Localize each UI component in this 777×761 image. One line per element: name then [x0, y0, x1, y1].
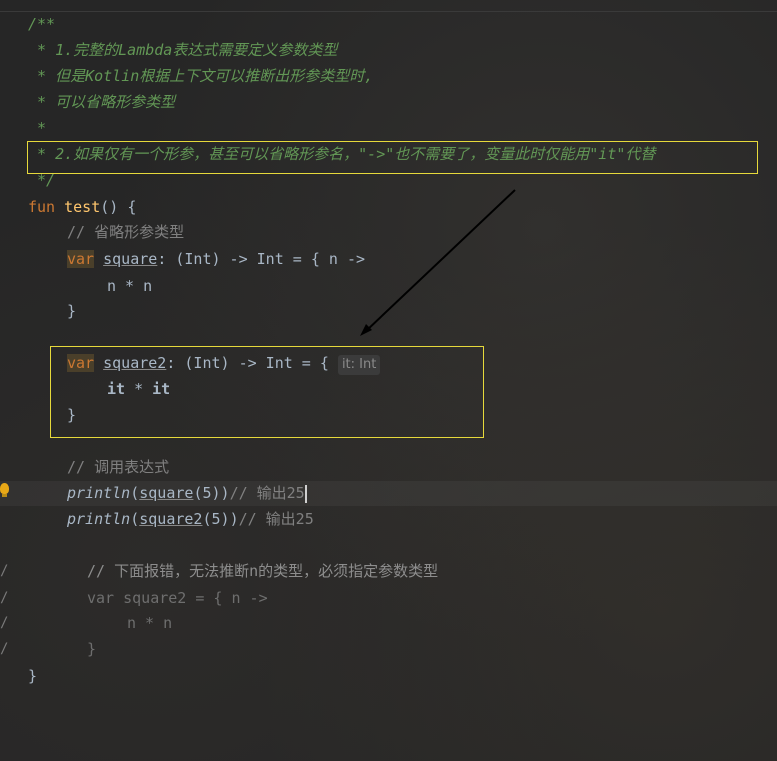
- annotation-arrow-icon: [360, 189, 516, 336]
